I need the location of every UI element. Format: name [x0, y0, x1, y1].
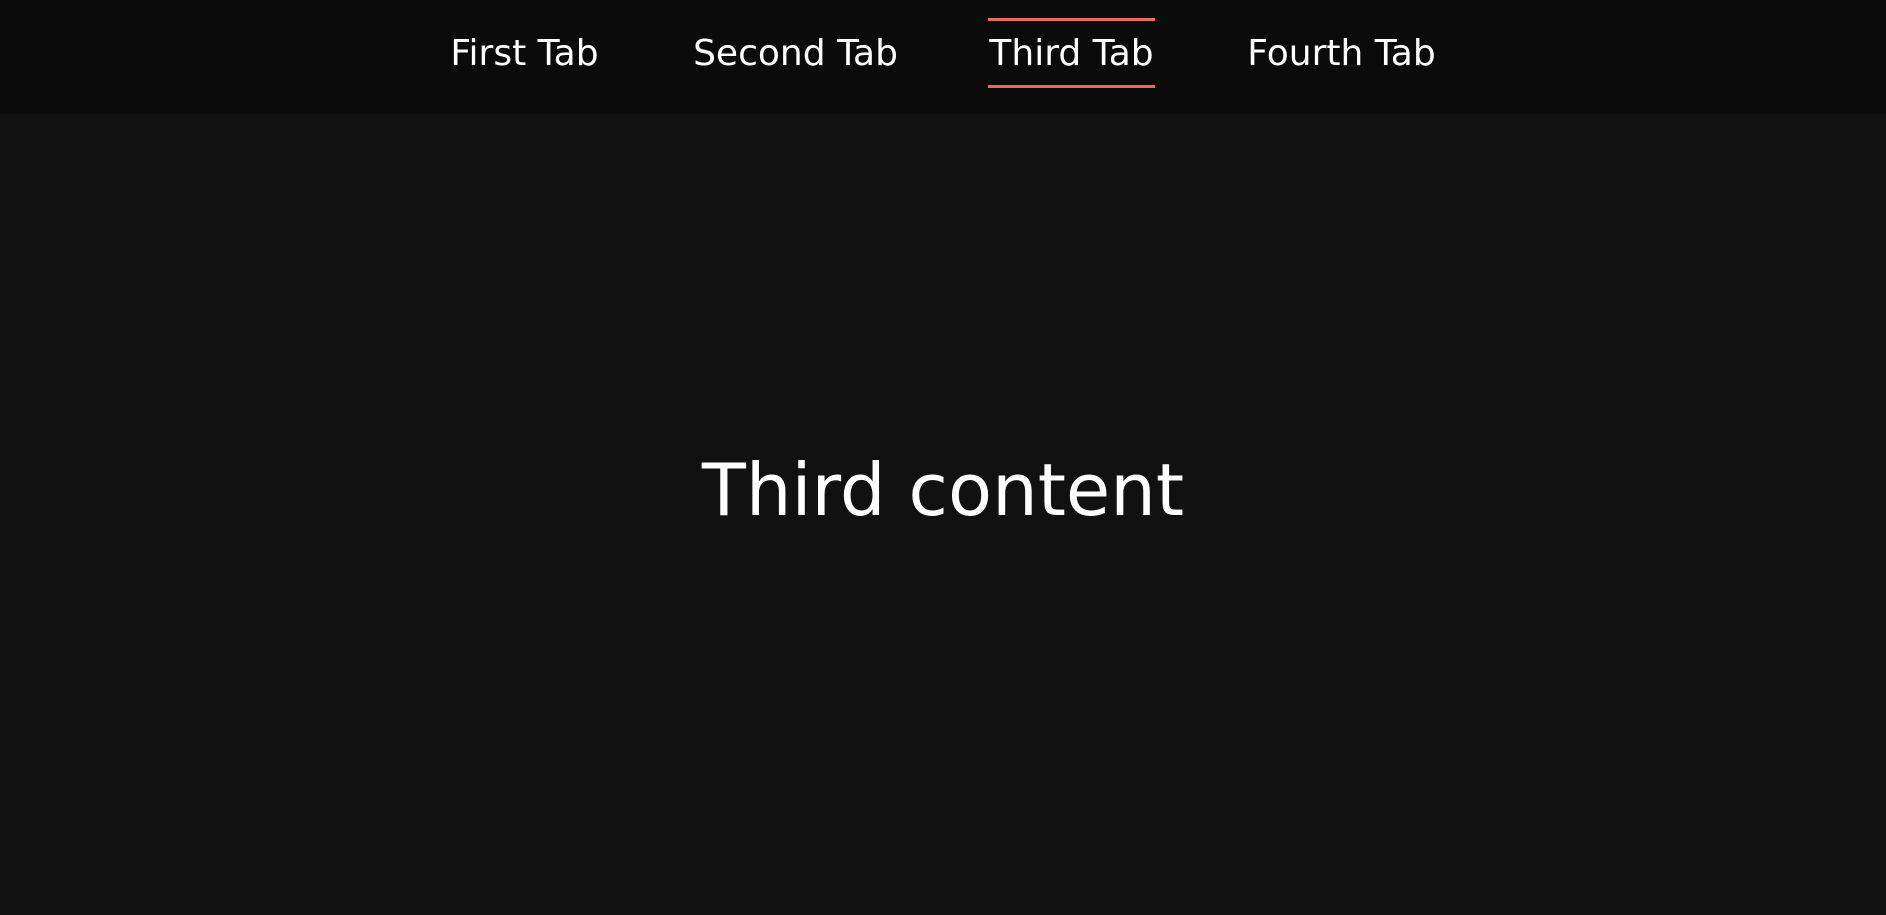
tab-bar: First Tab Second Tab Third Tab Fourth Ta… — [0, 0, 1886, 114]
tab-label: First Tab — [450, 32, 599, 74]
tab-second[interactable]: Second Tab — [692, 18, 899, 88]
tab-label: Third Tab — [989, 32, 1154, 74]
tab-fourth[interactable]: Fourth Tab — [1246, 18, 1437, 88]
tab-content-text: Third content — [701, 448, 1185, 532]
tab-label: Second Tab — [693, 32, 898, 74]
tab-first[interactable]: First Tab — [448, 18, 601, 88]
tab-third[interactable]: Third Tab — [988, 18, 1155, 88]
tab-label: Fourth Tab — [1247, 32, 1436, 74]
